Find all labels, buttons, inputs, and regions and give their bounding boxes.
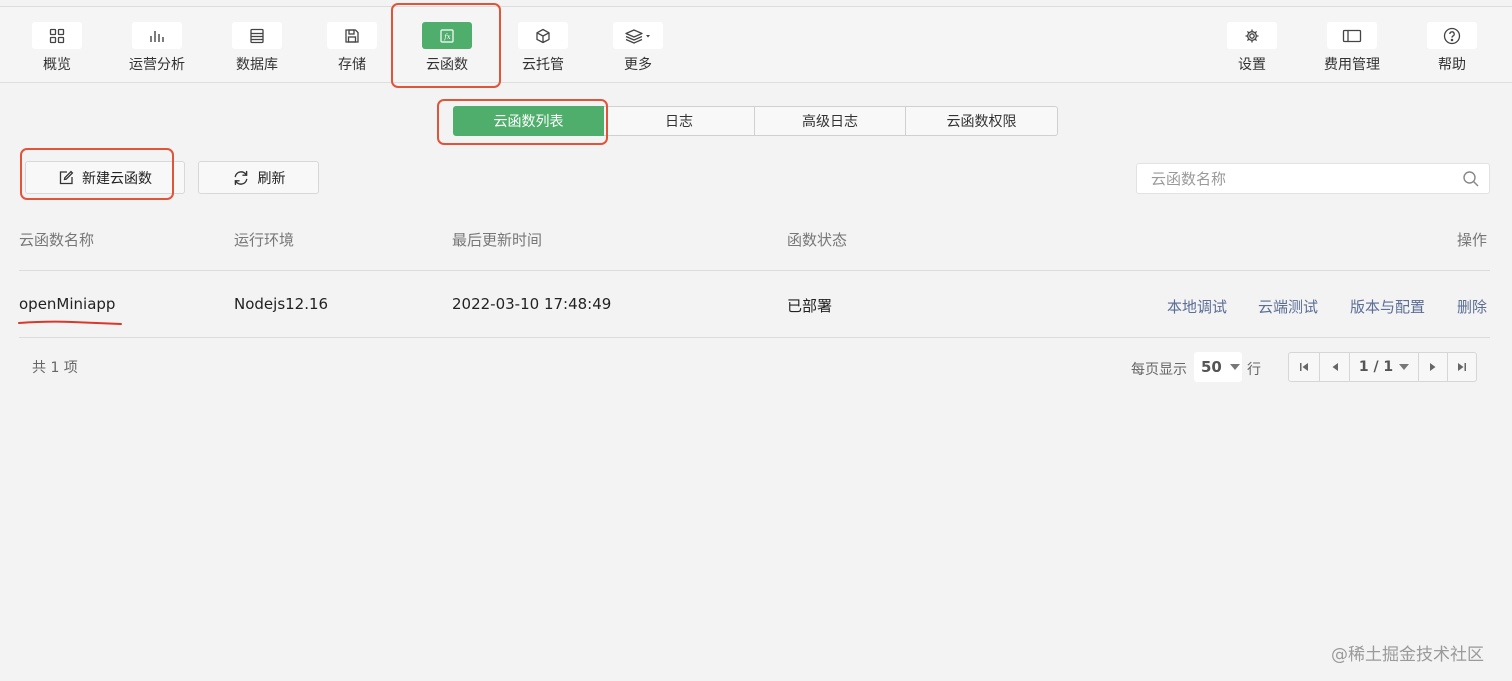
nav-item-analytics[interactable]: 运营分析 [112, 22, 202, 74]
per-page-value: 50 [1201, 358, 1222, 376]
row-unit-label: 行 [1247, 362, 1261, 378]
first-page-icon[interactable] [1289, 353, 1319, 381]
database-icon [232, 22, 282, 49]
header-divider [19, 270, 1490, 271]
pagination: 1 / 1 [1288, 352, 1477, 382]
last-page-icon[interactable] [1448, 353, 1476, 381]
save-disk-icon [327, 22, 377, 49]
layers-icon [613, 22, 663, 49]
card-icon [1327, 22, 1377, 49]
delete-link[interactable]: 删除 [1457, 296, 1487, 317]
refresh-icon [232, 169, 250, 187]
svg-text:fx: fx [443, 33, 451, 41]
status-cell: 已部署 [787, 297, 833, 315]
refresh-button[interactable]: 刷新 [198, 161, 319, 194]
chevron-down-icon [1399, 364, 1410, 370]
nav-label: 帮助 [1438, 57, 1466, 73]
nav-label: 更多 [624, 57, 652, 73]
bar-chart-icon [132, 22, 182, 49]
search-input[interactable] [1149, 164, 1453, 194]
runtime-cell: Nodejs12.16 [234, 295, 329, 313]
column-header-actions: 操作 [1457, 231, 1488, 249]
nav-item-cloud-hosting[interactable]: 云托管 [498, 22, 588, 74]
function-icon: fx [422, 22, 472, 49]
nav-item-billing[interactable]: 费用管理 [1307, 22, 1397, 74]
handwritten-underline-annotation [18, 320, 122, 325]
column-header-runtime: 运行环境 [234, 231, 295, 249]
grid-icon [32, 22, 82, 49]
top-navigation-bar: 概览 运营分析 数据库 存储 fx 云函数 云托管 更多 设置 费用管理 帮助 [0, 6, 1512, 83]
next-page-icon[interactable] [1419, 353, 1447, 381]
nav-label: 存储 [338, 57, 366, 73]
tab-logs[interactable]: 日志 [604, 106, 755, 136]
nav-item-database[interactable]: 数据库 [212, 22, 302, 74]
nav-label: 费用管理 [1324, 57, 1380, 73]
nav-label: 云托管 [522, 57, 564, 73]
nav-label: 运营分析 [129, 57, 185, 73]
help-icon [1427, 22, 1477, 49]
nav-label: 数据库 [236, 57, 278, 73]
nav-item-storage[interactable]: 存储 [307, 22, 397, 74]
nav-item-more[interactable]: 更多 [593, 22, 683, 74]
cube-icon [518, 22, 568, 49]
search-box [1136, 163, 1490, 194]
total-count: 共 1 项 [32, 360, 78, 376]
tab-function-permissions[interactable]: 云函数权限 [906, 106, 1058, 136]
row-divider [19, 337, 1490, 338]
nav-item-help[interactable]: 帮助 [1407, 22, 1497, 74]
nav-label: 云函数 [426, 57, 468, 73]
column-header-status: 函数状态 [787, 231, 848, 249]
new-cloud-function-label: 新建云函数 [82, 170, 152, 187]
local-debug-link[interactable]: 本地调试 [1167, 296, 1227, 317]
column-header-updated: 最后更新时间 [452, 231, 543, 249]
page-select[interactable]: 1 / 1 [1350, 353, 1418, 381]
nav-item-settings[interactable]: 设置 [1207, 22, 1297, 74]
search-icon[interactable] [1462, 170, 1480, 192]
prev-page-icon[interactable] [1320, 353, 1349, 381]
function-name-cell[interactable]: openMiniapp [19, 295, 115, 313]
updated-time-cell: 2022-03-10 17:48:49 [452, 295, 612, 313]
nav-item-overview[interactable]: 概览 [12, 22, 102, 74]
nav-item-cloud-functions[interactable]: fx 云函数 [402, 22, 492, 74]
column-header-name: 云函数名称 [19, 231, 95, 249]
gear-icon [1227, 22, 1277, 49]
new-cloud-function-button[interactable]: 新建云函数 [25, 161, 185, 194]
nav-label: 设置 [1238, 57, 1266, 73]
nav-label: 概览 [43, 57, 71, 73]
page-indicator: 1 / 1 [1358, 359, 1394, 375]
chevron-down-icon [1229, 364, 1240, 370]
refresh-label: 刷新 [257, 170, 286, 187]
edit-icon [58, 170, 74, 186]
watermark: @稀土掘金技术社区 [1331, 645, 1484, 665]
tab-function-list[interactable]: 云函数列表 [453, 106, 604, 136]
tab-advanced-logs[interactable]: 高级日志 [755, 106, 906, 136]
version-config-link[interactable]: 版本与配置 [1350, 296, 1425, 317]
per-page-select[interactable]: 50 [1194, 352, 1242, 382]
per-page-label: 每页显示 [1131, 362, 1187, 378]
cloud-test-link[interactable]: 云端测试 [1258, 296, 1318, 317]
